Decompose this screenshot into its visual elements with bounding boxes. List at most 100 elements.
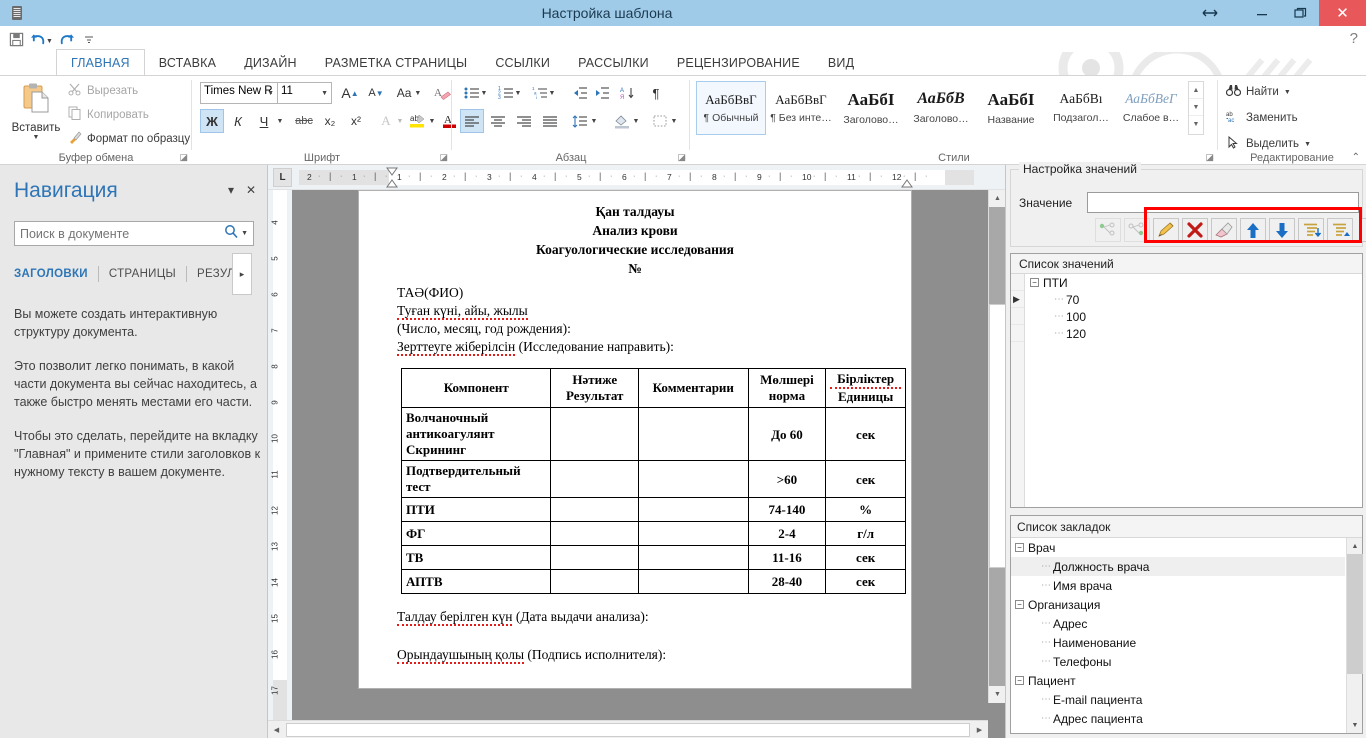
navigation-close-icon[interactable]: ✕ <box>246 183 256 197</box>
table-cell-norm[interactable]: 11-16 <box>747 545 827 570</box>
bookmark-row[interactable]: ⋯ Адрес пациента <box>1011 709 1345 728</box>
select-button[interactable]: Выделить ▼ <box>1226 135 1311 152</box>
help-icon[interactable]: ? <box>1350 30 1358 47</box>
table-row[interactable]: Волчаночный антикоагулянт Скрининг До 60 с… <box>400 407 906 461</box>
table-cell-component[interactable]: АПТВ <box>400 569 552 594</box>
align-center-button[interactable] <box>486 109 510 133</box>
highlight-caret-icon[interactable]: ▼ <box>426 109 438 133</box>
table-cell-comment[interactable] <box>638 521 749 546</box>
table-cell-comment[interactable] <box>638 407 749 461</box>
bookmarks-tree[interactable]: − Врач ⋯ Должность врача ⋯ Имя врача − Организа… <box>1011 538 1345 733</box>
sort-up-icon[interactable] <box>1327 218 1353 242</box>
align-left-button[interactable] <box>460 109 484 133</box>
table-cell-component[interactable]: Подтвердительный тест <box>400 460 552 498</box>
values-row-gutter[interactable] <box>1011 274 1024 291</box>
save-icon[interactable] <box>5 28 27 50</box>
ribbon-tab-2[interactable]: ДИЗАЙН <box>230 49 311 76</box>
table-cell-unit[interactable]: сек <box>825 545 906 570</box>
table-cell-comment[interactable] <box>638 569 749 594</box>
scroll-track-upper[interactable] <box>989 207 1006 304</box>
borders-caret-icon[interactable]: ▼ <box>668 109 680 133</box>
bookmarks-scrollbar[interactable]: ▲ ▼ <box>1346 538 1363 733</box>
bookmark-expand-toggle-icon[interactable]: − <box>1015 600 1024 609</box>
horizontal-ruler[interactable]: L 2 · | · 1 · | · 1 · | · 2 · | · 3 · | · 4 · | · 5 · | · 6 · | · 7 · | · 8 ·… <box>268 165 1005 190</box>
table-cell-comment[interactable] <box>638 497 749 522</box>
move-down-arrow-icon[interactable] <box>1269 218 1295 242</box>
ribbon-tab-7[interactable]: ВИД <box>814 49 868 76</box>
table-cell-component[interactable]: Волчаночный антикоагулянт Скрининг <box>400 407 552 461</box>
table-cell-component[interactable]: ПТИ <box>400 497 552 522</box>
show-formatting-marks-button[interactable]: ¶ <box>644 81 668 105</box>
table-cell-result[interactable] <box>550 569 639 594</box>
bookmark-row[interactable]: − Пациент <box>1011 671 1345 690</box>
values-tree-row[interactable]: − ПТИ <box>1026 274 1362 291</box>
style-item-3[interactable]: АаБбВ Заголово… <box>906 81 976 135</box>
ribbon-tab-4[interactable]: ССЫЛКИ <box>481 49 564 76</box>
bookmark-expand-toggle-icon[interactable]: − <box>1015 543 1024 552</box>
table-cell-unit[interactable]: % <box>825 497 906 522</box>
scroll-left-icon[interactable]: ◀ <box>268 722 285 738</box>
clipboard-dialog-launcher-icon[interactable]: ◪ <box>179 152 188 163</box>
bookmarks-listbox[interactable]: Список закладок − Врач ⋯ Должность врача ⋯ Им… <box>1010 515 1363 734</box>
subscript-button[interactable]: x₂ <box>318 109 342 133</box>
paste-caret-icon[interactable]: ▼ <box>8 134 64 141</box>
ribbon-tab-0[interactable]: ГЛАВНАЯ <box>56 49 145 76</box>
bookmark-row[interactable]: ⋯ Имя врача <box>1011 576 1345 595</box>
bookmark-row[interactable]: ⋯ E-mail пациента <box>1011 690 1345 709</box>
styles-dialog-launcher-icon[interactable]: ◪ <box>1205 152 1214 163</box>
value-input[interactable] <box>1087 192 1359 213</box>
delete-cross-icon[interactable] <box>1182 218 1208 242</box>
bookmark-row[interactable]: ⋯Вес <box>1011 728 1345 734</box>
bookmark-row[interactable]: ⋯ Телефоны <box>1011 652 1345 671</box>
document-vertical-scrollbar[interactable]: ▲ ▼ <box>988 190 1006 703</box>
tab-stop-selector[interactable]: L <box>273 168 292 187</box>
values-row-gutter[interactable]: ▶ <box>1011 291 1024 308</box>
align-right-button[interactable] <box>512 109 536 133</box>
table-cell-norm[interactable]: До 60 <box>747 407 827 461</box>
format-painter-button[interactable]: Формат по образцу <box>68 130 190 147</box>
table-cell-norm[interactable]: 2-4 <box>747 521 827 546</box>
justify-button[interactable] <box>538 109 562 133</box>
style-item-2[interactable]: АаБбI Заголово… <box>836 81 906 135</box>
table-cell-unit[interactable]: г/л <box>825 521 906 546</box>
navigation-tabs-more-button[interactable]: ▸ <box>232 253 252 295</box>
font-name-caret-icon[interactable]: ▼ <box>267 90 274 97</box>
minimize-button[interactable] <box>1240 0 1283 26</box>
bookmarks-scroll-down-icon[interactable]: ▼ <box>1347 717 1363 733</box>
cut-button[interactable]: Вырезать <box>68 82 138 99</box>
edit-pencil-icon[interactable] <box>1153 218 1179 242</box>
table-cell-unit[interactable]: сек <box>825 569 906 594</box>
change-case-caret-icon[interactable]: ▼ <box>414 90 421 97</box>
collapse-ribbon-icon[interactable]: ⌃ <box>1352 152 1360 163</box>
font-dialog-launcher-icon[interactable]: ◪ <box>439 152 448 163</box>
ribbon-display-options-button[interactable] <box>1180 8 1240 18</box>
horizontal-ruler-track[interactable]: 2 · | · 1 · | · 1 · | · 2 · | · 3 · | · 4 · | · 5 · | · 6 · | · 7 · | · 8 · | ·… <box>299 170 974 185</box>
ribbon-tab-3[interactable]: РАЗМЕТКА СТРАНИЦЫ <box>311 49 482 76</box>
values-tree-row[interactable]: ⋯ 100 <box>1026 308 1362 325</box>
underline-caret-icon[interactable]: ▼ <box>274 109 286 133</box>
search-icon[interactable] <box>222 224 241 244</box>
scroll-right-icon[interactable]: ▶ <box>971 722 988 738</box>
vertical-ruler[interactable]: 4 5 6 7 8 9 10 11 12 13 14 15 16 17 <box>268 190 292 720</box>
search-options-caret-icon[interactable]: ▼ <box>241 230 253 237</box>
styles-scroll-down-icon[interactable]: ▼ <box>1189 99 1203 116</box>
values-tree[interactable]: − ПТИ ⋯ 70 ⋯ 100 ⋯ 120 <box>1026 274 1362 507</box>
superscript-button[interactable]: x² <box>344 109 368 133</box>
values-listbox[interactable]: Список значений ▶ − ПТИ ⋯ 70 ⋯ 100 ⋯ 120 <box>1010 253 1363 508</box>
close-button[interactable]: ✕ <box>1319 0 1366 26</box>
table-cell-comment[interactable] <box>638 460 749 498</box>
bold-button[interactable]: Ж <box>200 109 224 133</box>
bookmark-row[interactable]: − Организация <box>1011 595 1345 614</box>
ribbon-tab-1[interactable]: ВСТАВКА <box>145 49 230 76</box>
nav-tab-1[interactable]: СТРАНИЦЫ <box>99 268 186 280</box>
bookmarks-scroll-up-icon[interactable]: ▲ <box>1347 538 1363 554</box>
copy-button[interactable]: Копировать <box>68 106 149 123</box>
search-input[interactable] <box>15 225 223 242</box>
table-cell-result[interactable] <box>550 521 639 546</box>
table-cell-result[interactable] <box>550 545 639 570</box>
values-row-gutter[interactable] <box>1011 308 1024 325</box>
paste-button[interactable]: Вставить ▼ <box>8 82 64 141</box>
sort-down-icon[interactable] <box>1298 218 1324 242</box>
table-row[interactable]: АПТВ 28-40 сек <box>400 569 906 594</box>
strikethrough-button[interactable]: abc <box>290 109 318 133</box>
